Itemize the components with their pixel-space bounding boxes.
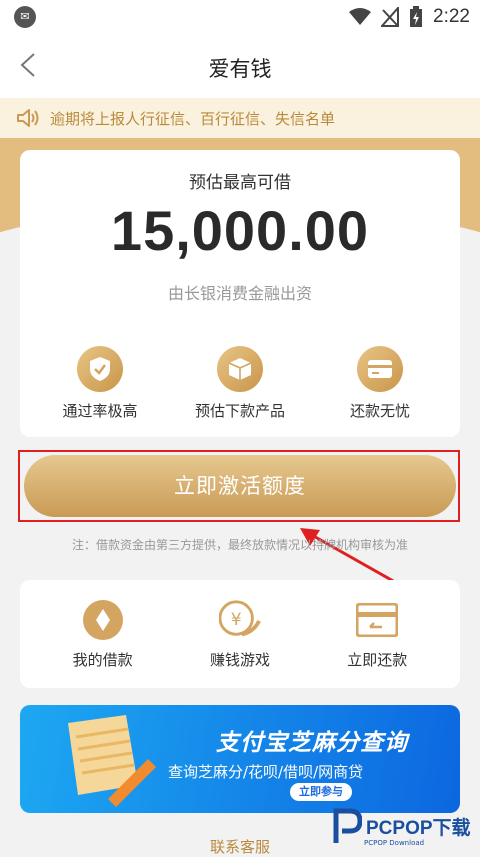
banner-join-button[interactable]: 立即参与 (290, 783, 352, 801)
menu-my-loans[interactable]: 我的借款 (43, 599, 163, 670)
nav-bar: 爱有钱 (0, 34, 480, 98)
wifi-icon (349, 8, 372, 25)
credit-card-panel: 预估最高可借 15,000.00 由长银消费金融出资 通过率极高 预估下款产品 … (20, 150, 460, 437)
menu-label: 赚钱游戏 (209, 650, 270, 669)
quick-menu: 我的借款 ¥ 赚钱游戏 立即还款 (20, 580, 460, 688)
watermark-subtext: PCPOP Download (364, 839, 425, 847)
clock: 2:22 (433, 6, 470, 27)
yen-coin-icon: ¥ (218, 599, 261, 641)
diamond-coin-icon (82, 599, 124, 641)
watermark-text: PCPOP下载 (366, 817, 471, 839)
feature-approval-rate: 通过率极高 (40, 346, 160, 421)
menu-label: 立即还款 (347, 650, 408, 669)
box-icon (217, 346, 263, 392)
limit-caption: 预估最高可借 (189, 173, 291, 193)
svg-text:¥: ¥ (231, 609, 242, 629)
feature-list: 通过率极高 预估下款产品 还款无忧 (20, 346, 460, 421)
banner-subtitle: 查询芝麻分/花呗/借呗/网商贷 (168, 763, 364, 781)
watermark-logo-icon (333, 808, 362, 843)
limit-amount: 15,000.00 (110, 199, 370, 262)
sesame-score-banner[interactable]: 支付宝芝麻分查询 查询芝麻分/花呗/借呗/网商贷 立即参与 (20, 705, 460, 813)
status-icons: 2:22 (349, 4, 470, 30)
app-notification-icon: ✉ (14, 6, 36, 28)
document-pen-icon (68, 715, 156, 807)
feature-label: 还款无忧 (349, 402, 410, 420)
no-signal-icon (381, 7, 400, 27)
page-title: 爱有钱 (208, 57, 272, 81)
activate-limit-button[interactable]: 立即激活额度 (24, 455, 456, 517)
feature-label: 预估下款产品 (194, 402, 285, 420)
card-return-icon (356, 599, 399, 641)
notice-text: 逾期将上报人行征信、百行征信、失信名单 (50, 109, 336, 128)
menu-label: 我的借款 (72, 650, 133, 669)
lender-text: 由长银消费金融出资 (167, 284, 312, 303)
shield-check-icon (77, 346, 123, 392)
menu-earn-games[interactable]: ¥ 赚钱游戏 (180, 599, 300, 670)
feature-estimated-product: 预估下款产品 (180, 346, 300, 421)
battery-charging-icon (410, 6, 423, 27)
menu-repay-now[interactable]: 立即还款 (317, 599, 437, 670)
speaker-icon (17, 109, 39, 127)
disclaimer-note: 注：借款资金由第三方提供，最终放款情况以持牌机构审核为准 (71, 538, 408, 552)
banner-title: 支付宝芝麻分查询 (216, 730, 408, 756)
feature-label: 通过率极高 (62, 402, 138, 420)
status-bar: ✉ 2:22 (0, 0, 480, 34)
card-icon (357, 346, 403, 392)
notice-bar: 逾期将上报人行征信、百行征信、失信名单 (0, 98, 480, 138)
feature-easy-repayment: 还款无忧 (320, 346, 440, 421)
